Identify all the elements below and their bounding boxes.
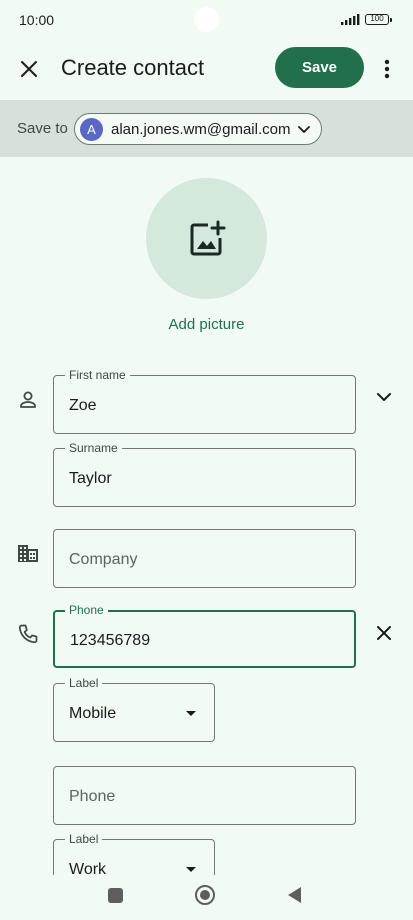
surname-label: Surname bbox=[65, 441, 122, 455]
account-bar: Save to A alan.jones.wm@gmail.com bbox=[0, 100, 413, 157]
chevron-down-icon bbox=[377, 393, 391, 401]
home-button[interactable] bbox=[195, 885, 215, 905]
top-app-bar: Create contact Save bbox=[0, 40, 413, 98]
phone-type-value: Mobile bbox=[69, 705, 117, 722]
phone-2-type-label: Label bbox=[65, 832, 103, 846]
account-selector[interactable]: A alan.jones.wm@gmail.com bbox=[74, 113, 322, 145]
battery-icon: 100 bbox=[365, 14, 392, 25]
surname-value: Taylor bbox=[69, 470, 112, 487]
save-button[interactable]: Save bbox=[275, 47, 364, 88]
status-time: 10:00 bbox=[19, 12, 55, 28]
back-button[interactable] bbox=[288, 887, 301, 903]
phone-value: 123456789 bbox=[70, 632, 151, 649]
add-photo-icon bbox=[190, 220, 225, 255]
close-icon bbox=[21, 61, 37, 77]
remove-phone-button[interactable] bbox=[371, 620, 397, 646]
first-name-value: Zoe bbox=[69, 397, 97, 414]
dropdown-arrow-icon bbox=[186, 867, 196, 872]
phone-2-placeholder: Phone bbox=[69, 788, 116, 805]
phone-icon bbox=[15, 621, 41, 647]
chevron-down-icon bbox=[298, 126, 310, 133]
phone-field[interactable]: Phone 123456789 bbox=[53, 603, 356, 668]
dropdown-arrow-icon bbox=[186, 711, 196, 716]
first-name-label: First name bbox=[65, 368, 130, 382]
more-vert-icon bbox=[384, 59, 390, 79]
battery-level: 100 bbox=[370, 14, 384, 23]
expand-name-button[interactable] bbox=[371, 384, 397, 410]
close-button[interactable] bbox=[14, 54, 44, 84]
more-options-button[interactable] bbox=[376, 54, 398, 84]
account-email: alan.jones.wm@gmail.com bbox=[111, 121, 291, 138]
save-to-label: Save to bbox=[17, 120, 68, 137]
camera-cutout bbox=[194, 7, 219, 32]
person-icon bbox=[15, 387, 41, 413]
company-placeholder: Company bbox=[69, 551, 138, 568]
signal-icon bbox=[341, 14, 360, 25]
recents-button[interactable] bbox=[108, 888, 123, 903]
phone-type-label: Label bbox=[65, 676, 103, 690]
add-picture-label[interactable]: Add picture bbox=[0, 316, 413, 333]
add-picture-button[interactable] bbox=[146, 178, 267, 299]
phone-label-select[interactable]: Label Mobile bbox=[53, 676, 215, 742]
page-title: Create contact bbox=[61, 55, 205, 80]
phone-label: Phone bbox=[65, 603, 108, 617]
company-field[interactable]: Company bbox=[53, 529, 356, 588]
system-nav-bar bbox=[0, 875, 413, 920]
first-name-field[interactable]: First name Zoe bbox=[53, 368, 356, 434]
avatar: A bbox=[80, 118, 103, 141]
phone-2-field[interactable]: Phone bbox=[53, 766, 356, 825]
status-bar: 10:00 100 bbox=[0, 0, 413, 40]
business-icon bbox=[15, 540, 41, 566]
close-icon bbox=[377, 626, 391, 640]
surname-field[interactable]: Surname Taylor bbox=[53, 441, 356, 507]
